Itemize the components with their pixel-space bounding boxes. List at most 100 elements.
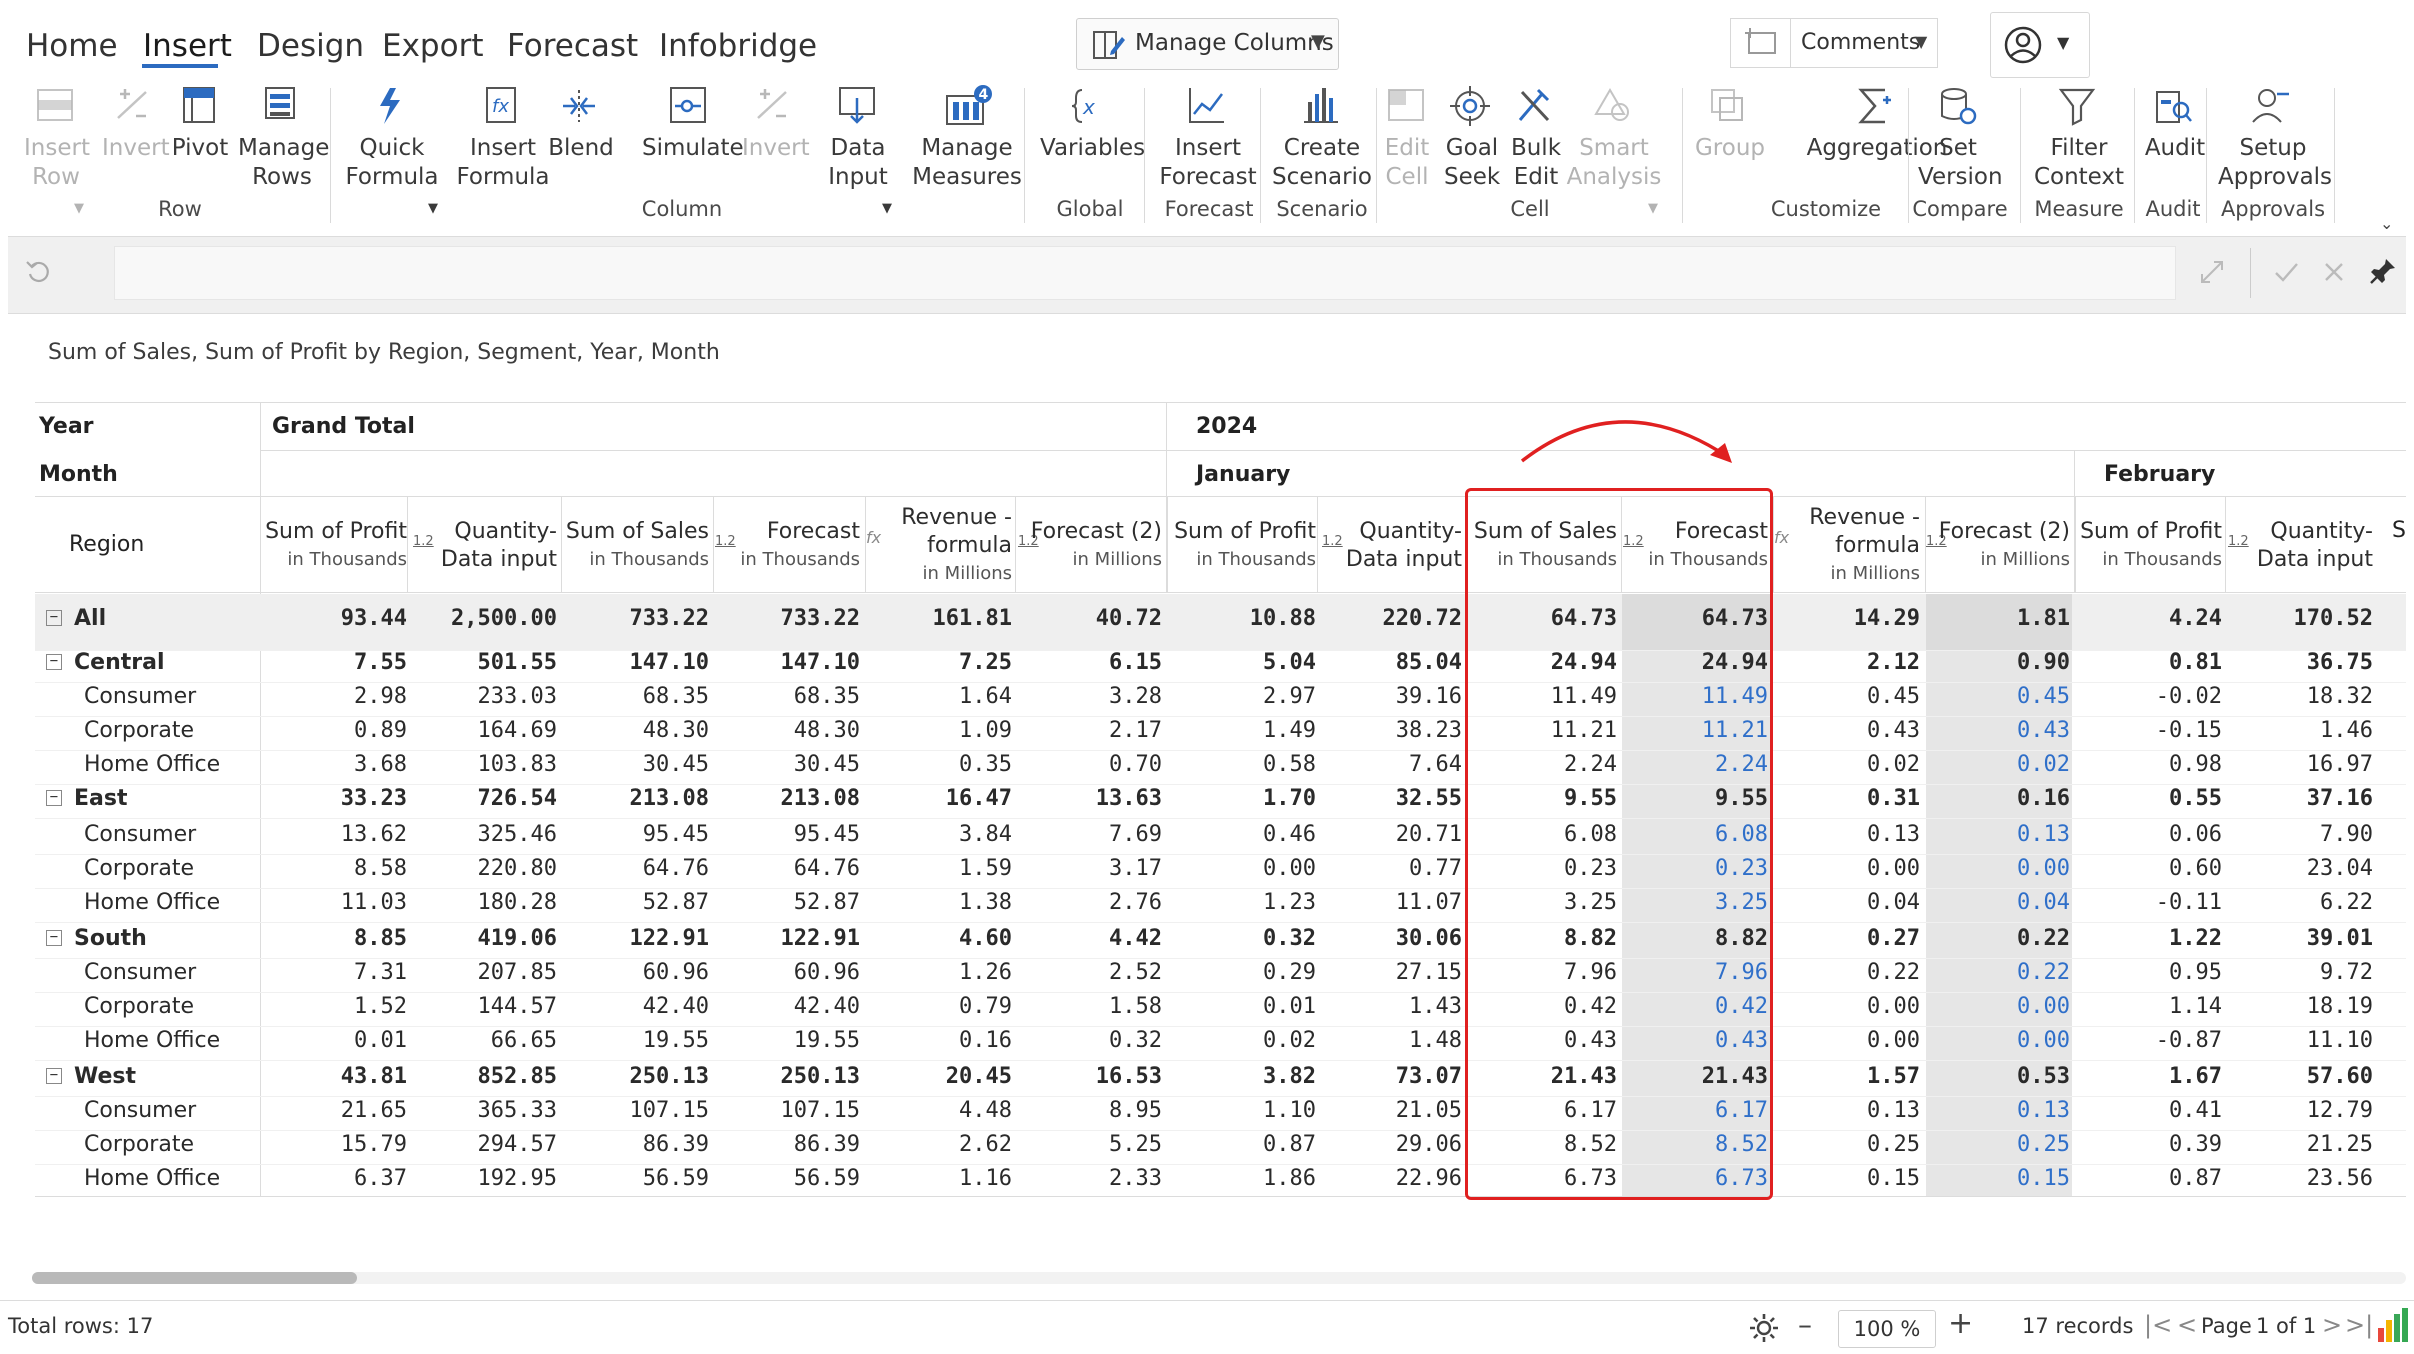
- table-cell[interactable]: 0.89: [262, 718, 407, 743]
- table-cell[interactable]: 68.35: [714, 684, 860, 709]
- table-cell[interactable]: 6.37: [262, 1166, 407, 1191]
- table-cell[interactable]: 30.45: [562, 752, 709, 777]
- table-cell[interactable]: 0.04: [1926, 890, 2070, 915]
- row-label[interactable]: Consumer: [84, 960, 196, 985]
- tab-infobridge[interactable]: Infobridge: [659, 28, 817, 64]
- column-header[interactable]: Quantity- Data input: [2226, 518, 2373, 574]
- table-cell[interactable]: 21.65: [262, 1098, 407, 1123]
- table-cell[interactable]: 57.60: [2226, 1064, 2373, 1089]
- table-cell[interactable]: 0.31: [1774, 786, 1920, 811]
- table-cell[interactable]: 56.59: [714, 1166, 860, 1191]
- table-cell[interactable]: 8.58: [262, 856, 407, 881]
- table-cell[interactable]: 43.81: [262, 1064, 407, 1089]
- table-cell[interactable]: 0.90: [1926, 650, 2070, 675]
- manage-columns-button[interactable]: Manage Columns ▼: [1076, 18, 1339, 70]
- table-cell[interactable]: 0.00: [1774, 994, 1920, 1019]
- table-cell[interactable]: 207.85: [408, 960, 557, 985]
- table-cell[interactable]: 68.35: [562, 684, 709, 709]
- table-cell[interactable]: 1.49: [1168, 718, 1316, 743]
- table-cell[interactable]: 0.00: [1774, 856, 1920, 881]
- table-cell[interactable]: 15.79: [262, 1132, 407, 1157]
- table-cell[interactable]: 7.90: [2226, 822, 2373, 847]
- table-cell[interactable]: 4.48: [866, 1098, 1012, 1123]
- table-cell[interactable]: 0.13: [1774, 1098, 1920, 1123]
- table-cell[interactable]: 0.01: [262, 1028, 407, 1053]
- table-cell[interactable]: 161.81: [866, 606, 1012, 631]
- table-cell[interactable]: 0.02: [1926, 752, 2070, 777]
- table-cell[interactable]: 325.46: [408, 822, 557, 847]
- table-cell[interactable]: 107.15: [714, 1098, 860, 1123]
- variables-button[interactable]: x Variables: [1040, 84, 1145, 163]
- table-cell[interactable]: 0.00: [1774, 1028, 1920, 1053]
- row-label[interactable]: Corporate: [84, 994, 194, 1019]
- horizontal-scrollbar-thumb[interactable]: [32, 1272, 357, 1284]
- table-cell[interactable]: 0.55: [2076, 786, 2222, 811]
- table-cell[interactable]: 1.57: [1774, 1064, 1920, 1089]
- expand-icon[interactable]: [2198, 258, 2226, 286]
- table-cell[interactable]: 19.55: [714, 1028, 860, 1053]
- table-cell[interactable]: 726.54: [408, 786, 557, 811]
- table-cell[interactable]: 0.00: [1926, 856, 2070, 881]
- table-cell[interactable]: 0.81: [2076, 650, 2222, 675]
- table-cell[interactable]: 21.25: [2226, 1132, 2373, 1157]
- table-cell[interactable]: 0.87: [2076, 1166, 2222, 1191]
- table-cell[interactable]: 1.64: [866, 684, 1012, 709]
- table-cell[interactable]: 14.29: [1774, 606, 1920, 631]
- table-cell[interactable]: 0.77: [1318, 856, 1462, 881]
- table-cell[interactable]: 0.22: [1926, 926, 2070, 951]
- table-cell[interactable]: 2.52: [1016, 960, 1162, 985]
- table-cell[interactable]: 2.12: [1774, 650, 1920, 675]
- formula-input[interactable]: [114, 246, 2176, 300]
- table-cell[interactable]: 0.45: [1774, 684, 1920, 709]
- table-cell[interactable]: 1.23: [1168, 890, 1316, 915]
- row-label[interactable]: Home Office: [84, 1028, 220, 1053]
- table-cell[interactable]: 4.24: [2076, 606, 2222, 631]
- audit-button[interactable]: Audit: [2140, 84, 2210, 163]
- tab-insert[interactable]: Insert: [143, 28, 232, 64]
- expand-toggle-icon[interactable]: −: [46, 930, 62, 946]
- table-cell[interactable]: 2.33: [1016, 1166, 1162, 1191]
- table-cell[interactable]: 4.42: [1016, 926, 1162, 951]
- expand-toggle-icon[interactable]: −: [46, 790, 62, 806]
- table-cell[interactable]: 11.07: [1318, 890, 1462, 915]
- table-cell[interactable]: 21.05: [1318, 1098, 1462, 1123]
- table-cell[interactable]: 0.16: [866, 1028, 1012, 1053]
- table-cell[interactable]: 38.23: [1318, 718, 1462, 743]
- table-cell[interactable]: 20.45: [866, 1064, 1012, 1089]
- table-cell[interactable]: 3.82: [1168, 1064, 1316, 1089]
- column-header[interactable]: Forecast (2) in Millions: [1926, 518, 2070, 574]
- column-header[interactable]: Forecast in Thousands: [714, 518, 860, 574]
- table-cell[interactable]: 0.15: [1774, 1166, 1920, 1191]
- column-header[interactable]: Sum of Sales in Thousands: [562, 518, 709, 574]
- settings-gear-icon[interactable]: [1748, 1312, 1780, 1344]
- table-cell[interactable]: 1.52: [262, 994, 407, 1019]
- table-cell[interactable]: 0.15: [1926, 1166, 2070, 1191]
- tab-export[interactable]: Export: [382, 28, 483, 64]
- collapse-ribbon-icon[interactable]: ⌄: [2380, 214, 2393, 233]
- table-cell[interactable]: 0.22: [1774, 960, 1920, 985]
- table-cell[interactable]: 0.29: [1168, 960, 1316, 985]
- table-cell[interactable]: 42.40: [714, 994, 860, 1019]
- table-cell[interactable]: 122.91: [714, 926, 860, 951]
- table-cell[interactable]: 5.04: [1168, 650, 1316, 675]
- row-label[interactable]: Corporate: [84, 856, 194, 881]
- zoom-level-field[interactable]: 100 %: [1838, 1310, 1936, 1348]
- table-cell[interactable]: 18.19: [2226, 994, 2373, 1019]
- table-cell[interactable]: 30.45: [714, 752, 860, 777]
- table-cell[interactable]: 6.22: [2226, 890, 2373, 915]
- table-cell[interactable]: 0.25: [1774, 1132, 1920, 1157]
- table-cell[interactable]: 122.91: [562, 926, 709, 951]
- table-cell[interactable]: 1.43: [1318, 994, 1462, 1019]
- table-cell[interactable]: 144.57: [408, 994, 557, 1019]
- table-cell[interactable]: 10.88: [1168, 606, 1316, 631]
- table-cell[interactable]: 32.55: [1318, 786, 1462, 811]
- table-cell[interactable]: 0.06: [2076, 822, 2222, 847]
- row-label[interactable]: West: [74, 1064, 136, 1089]
- table-cell[interactable]: 0.41: [2076, 1098, 2222, 1123]
- table-cell[interactable]: 1.48: [1318, 1028, 1462, 1053]
- table-cell[interactable]: 11.03: [262, 890, 407, 915]
- column-header[interactable]: Sum of Profit in Thousands: [1168, 518, 1316, 574]
- table-cell[interactable]: 22.96: [1318, 1166, 1462, 1191]
- table-cell[interactable]: 365.33: [408, 1098, 557, 1123]
- table-cell[interactable]: 1.58: [1016, 994, 1162, 1019]
